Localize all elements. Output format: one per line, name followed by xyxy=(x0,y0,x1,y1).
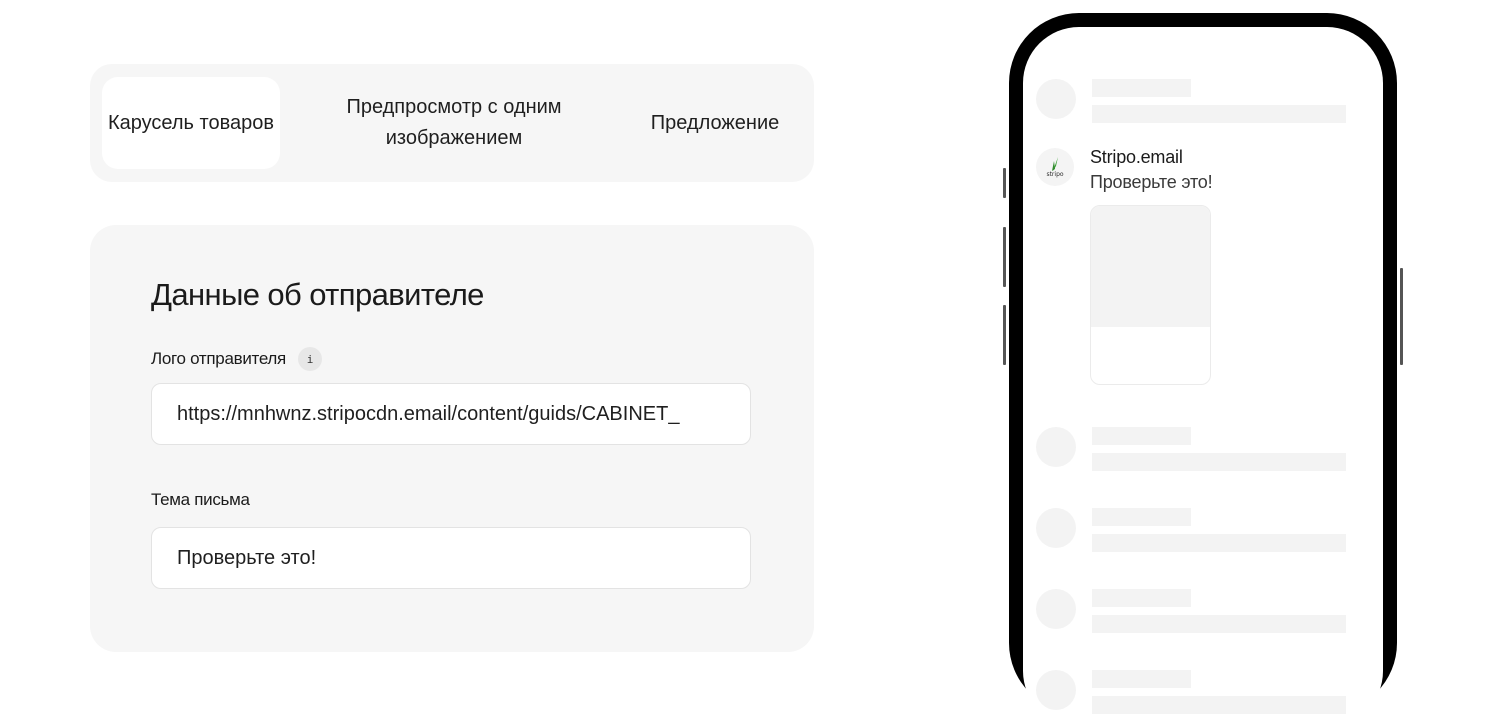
skeleton-email-row xyxy=(1023,427,1383,472)
sender-avatar: stripo xyxy=(1036,148,1074,186)
stripo-logo-icon: stripo xyxy=(1046,157,1064,178)
tab-single-image-preview[interactable]: Предпросмотр с одним изображением xyxy=(310,77,598,169)
sender-name: Stripo.email xyxy=(1090,147,1183,167)
tab-product-carousel[interactable]: Карусель товаров xyxy=(102,77,280,169)
skeleton-line xyxy=(1092,508,1191,526)
skeleton-line xyxy=(1092,696,1346,714)
skeleton-email-row xyxy=(1023,508,1383,553)
skeleton-line xyxy=(1092,589,1191,607)
skeleton-line xyxy=(1092,105,1346,123)
email-subject-input[interactable] xyxy=(151,527,751,589)
phone-mute-switch xyxy=(1003,168,1006,198)
skeleton-avatar xyxy=(1036,670,1076,710)
preview-type-tabs: Карусель товаров Предпросмотр с одним из… xyxy=(90,64,814,182)
skeleton-line xyxy=(1092,79,1191,97)
phone-mockup: stripo Stripo.email Проверьте это! xyxy=(1009,13,1397,727)
skeleton-avatar xyxy=(1036,508,1076,548)
sender-logo-input[interactable] xyxy=(151,383,751,445)
skeleton-email-row xyxy=(1023,79,1383,124)
preview-image-placeholder xyxy=(1091,206,1210,327)
tab-offer[interactable]: Предложение xyxy=(630,77,800,169)
info-icon[interactable]: i xyxy=(297,347,322,371)
skeleton-line xyxy=(1092,670,1191,688)
sender-logo-label-text: Лого отправителя xyxy=(151,349,286,368)
phone-screen: stripo Stripo.email Проверьте это! xyxy=(1023,27,1383,727)
phone-power-button xyxy=(1400,268,1403,365)
sender-logo-label: Лого отправителя i xyxy=(151,347,322,371)
skeleton-line xyxy=(1092,453,1346,471)
email-subject-label: Тема письма xyxy=(151,490,250,509)
skeleton-line xyxy=(1092,427,1191,445)
skeleton-avatar xyxy=(1036,427,1076,467)
section-title: Данные об отправителе xyxy=(151,277,484,312)
sender-data-card: Данные об отправителе Лого отправителя i… xyxy=(90,225,814,652)
skeleton-avatar xyxy=(1036,79,1076,119)
skeleton-avatar xyxy=(1036,589,1076,629)
skeleton-line xyxy=(1092,534,1346,552)
email-subject-preview: Проверьте это! xyxy=(1090,172,1213,192)
phone-volume-down-button xyxy=(1003,305,1006,365)
svg-text:stripo: stripo xyxy=(1046,171,1063,178)
skeleton-email-row xyxy=(1023,589,1383,634)
skeleton-email-row xyxy=(1023,670,1383,715)
carousel-preview-card xyxy=(1090,205,1211,385)
phone-volume-up-button xyxy=(1003,227,1006,287)
skeleton-line xyxy=(1092,615,1346,633)
